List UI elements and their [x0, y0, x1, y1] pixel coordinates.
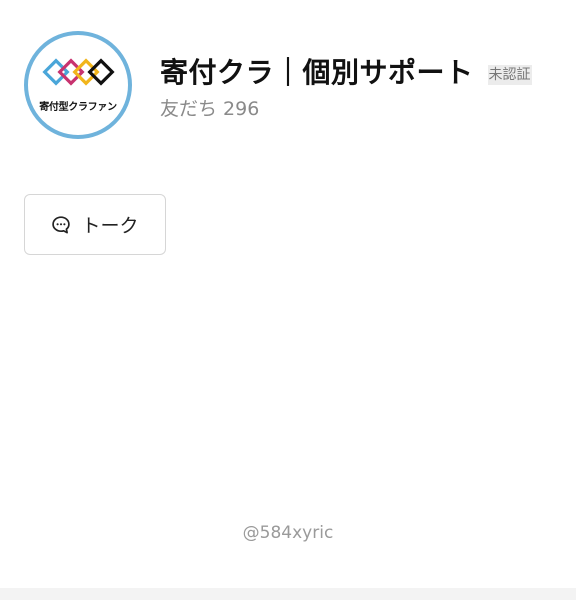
chat-bubble-icon — [52, 215, 71, 233]
account-name: 寄付クラ｜個別サポート — [160, 56, 474, 89]
line-id: @584xyric — [242, 523, 334, 543]
talk-button-label: トーク — [81, 215, 139, 237]
avatar[interactable]: 寄付型クラファン — [24, 31, 132, 139]
avatar-logo-text: 寄付型クラファン — [39, 102, 117, 113]
friends-label: 友だち — [160, 98, 218, 120]
unverified-badge: 未認証 — [487, 65, 532, 85]
friends-count-line: 友だち 296 — [160, 97, 259, 121]
logo-diamonds-icon — [42, 58, 115, 86]
friends-count: 296 — [223, 98, 260, 120]
talk-button[interactable]: トーク — [24, 194, 166, 255]
profile-page: 寄付型クラファン 寄付クラ｜個別サポート 未認証 友だち 296 トーク @584… — [0, 0, 576, 600]
title-row: 寄付クラ｜個別サポート 未認証 — [160, 55, 532, 91]
bottom-bar — [0, 588, 576, 600]
